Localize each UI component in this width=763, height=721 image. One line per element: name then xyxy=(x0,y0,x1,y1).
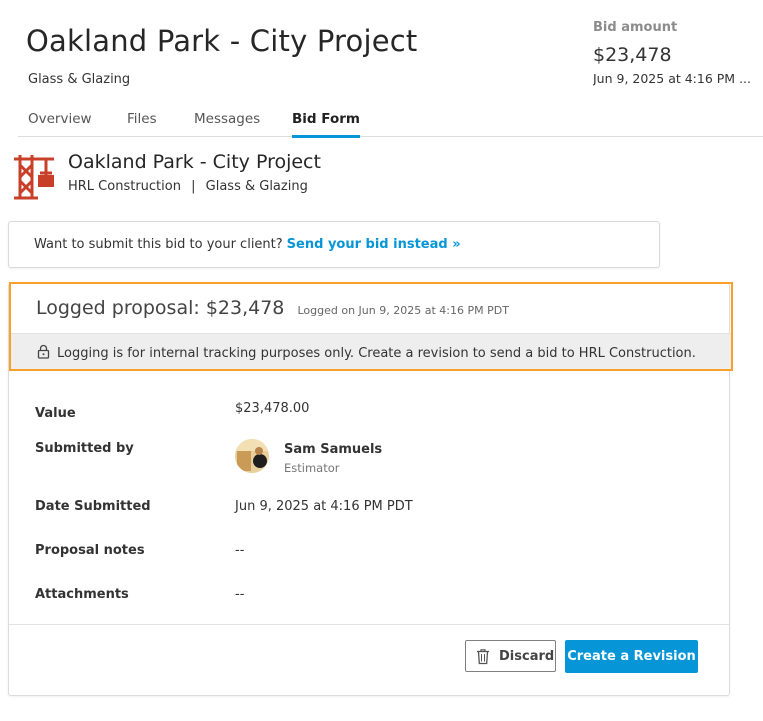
submitted-by-label: Submitted by xyxy=(35,441,134,456)
send-bid-link[interactable]: Send your bid instead » xyxy=(287,237,461,252)
proposal-notes-value: -- xyxy=(235,543,245,558)
project-name: Oakland Park - City Project xyxy=(68,151,321,173)
tab-bid-form[interactable]: Bid Form xyxy=(292,111,360,138)
card-divider xyxy=(9,624,729,625)
bid-amount-label: Bid amount xyxy=(593,20,678,35)
trade-subtitle: Glass & Glazing xyxy=(28,72,131,87)
proposal-header: Logged proposal: $23,478 Logged on Jun 9… xyxy=(36,297,509,319)
tab-bar: Overview Files Messages Bid Form xyxy=(18,106,763,138)
highlight-box xyxy=(9,282,733,371)
create-revision-label: Create a Revision xyxy=(567,649,696,664)
submitter-role: Estimator xyxy=(284,461,340,475)
value-label: Value xyxy=(35,406,76,421)
crane-logo-icon xyxy=(8,151,58,201)
trash-icon xyxy=(475,648,491,669)
date-submitted-label: Date Submitted xyxy=(35,499,151,514)
avatar xyxy=(235,439,269,473)
value-text: $23,478.00 xyxy=(235,401,310,416)
send-bid-notice: Want to submit this bid to your client? S… xyxy=(8,221,660,268)
date-submitted-value: Jun 9, 2025 at 4:16 PM PDT xyxy=(235,499,413,514)
bid-amount-value: $23,478 xyxy=(593,44,672,66)
discard-button[interactable]: Discard xyxy=(465,640,556,672)
attachments-value: -- xyxy=(235,587,245,602)
proposal-logged-date: Logged on Jun 9, 2025 at 4:16 PM PDT xyxy=(297,304,509,317)
company-name: HRL Construction xyxy=(68,179,181,194)
tab-overview[interactable]: Overview xyxy=(28,111,92,127)
meta-separator: | xyxy=(191,179,196,194)
notice-text: Want to submit this bid to your client? xyxy=(34,237,283,252)
create-revision-button[interactable]: Create a Revision xyxy=(565,640,698,673)
project-meta: HRL Construction | Glass & Glazing xyxy=(68,179,308,194)
tab-files[interactable]: Files xyxy=(127,111,157,127)
discard-label: Discard xyxy=(499,649,555,664)
tab-messages[interactable]: Messages xyxy=(194,111,260,127)
bid-amount-date: Jun 9, 2025 at 4:16 PM ... xyxy=(593,71,751,86)
proposal-notes-label: Proposal notes xyxy=(35,543,145,558)
page-title: Oakland Park - City Project xyxy=(26,24,418,58)
project-trade: Glass & Glazing xyxy=(205,179,308,194)
attachments-label: Attachments xyxy=(35,587,129,602)
submitter-name: Sam Samuels xyxy=(284,442,383,457)
proposal-title: Logged proposal: $23,478 xyxy=(36,297,285,319)
